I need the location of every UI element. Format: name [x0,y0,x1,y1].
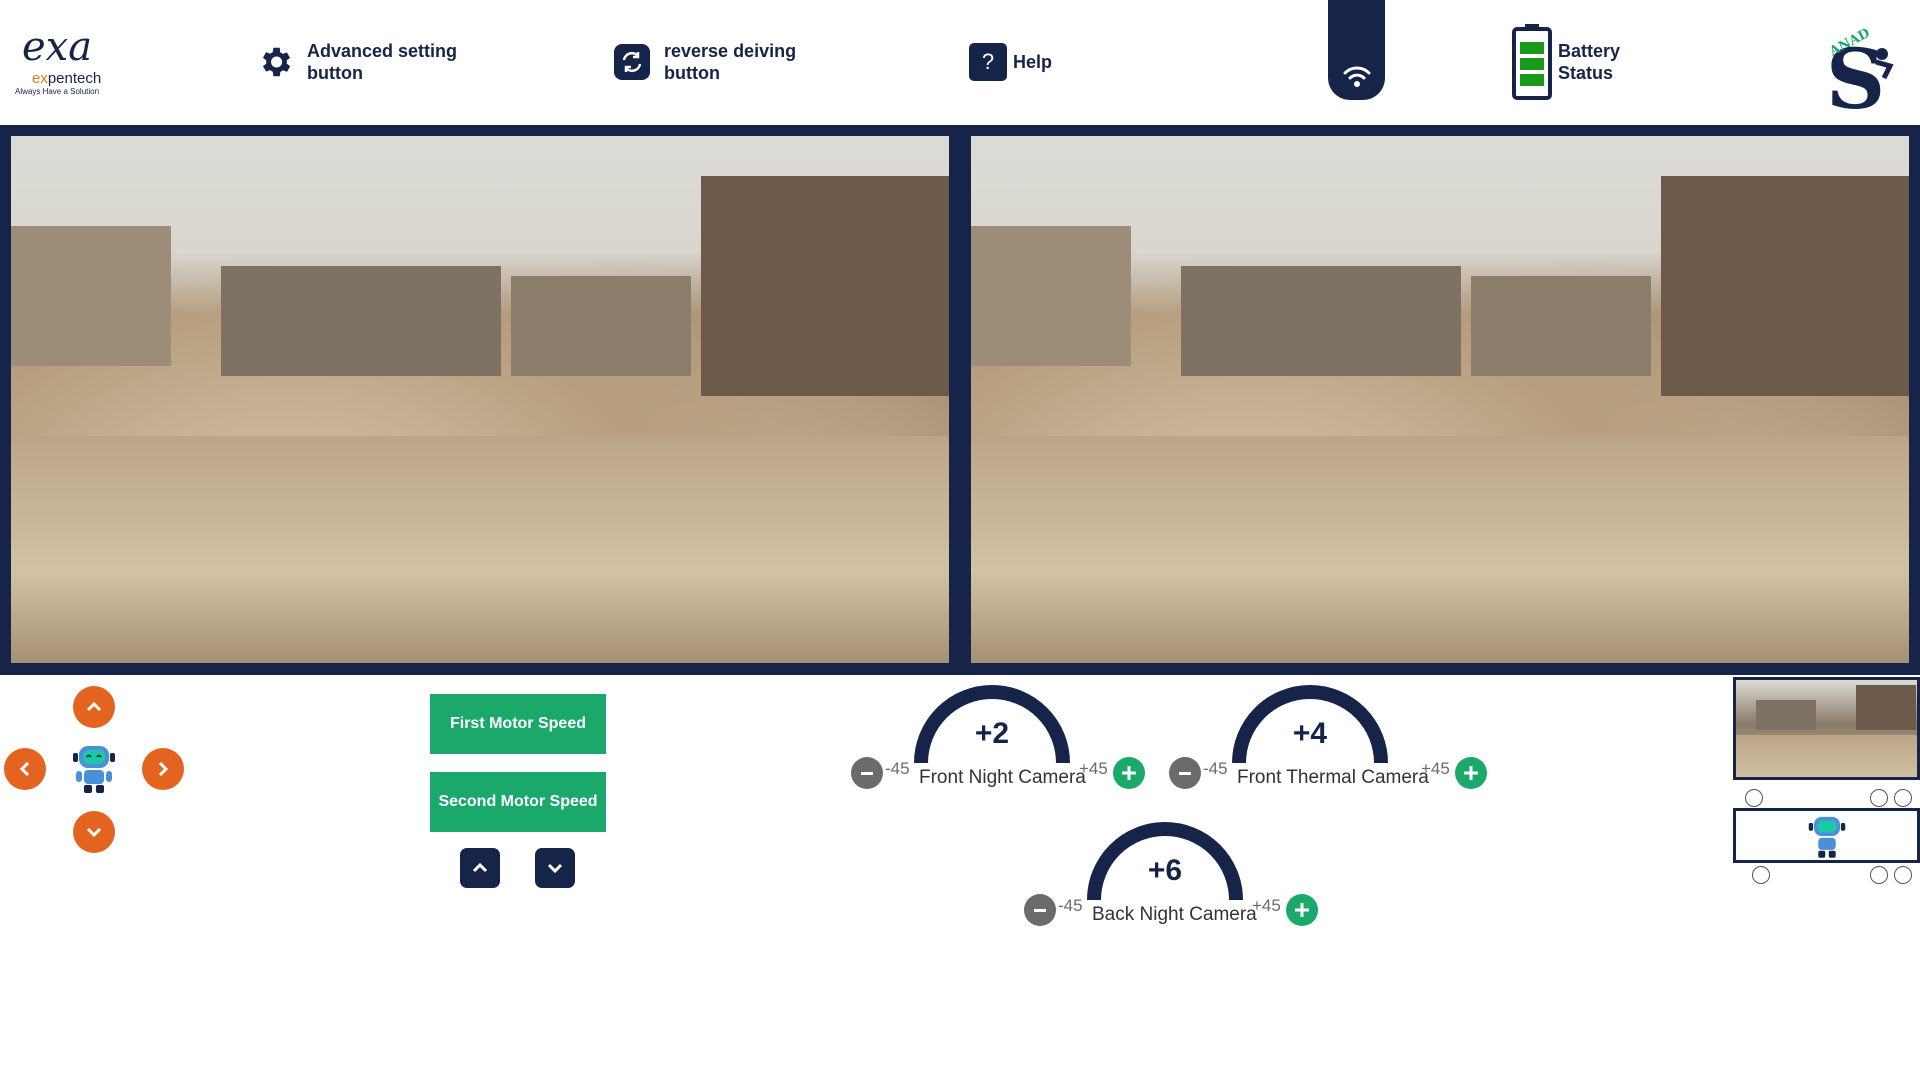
gauge-max: +45 [1421,759,1450,778]
gauge-min: -45 [1058,896,1083,915]
chevron-up-icon [472,862,488,873]
chevron-right-icon [158,761,169,777]
first-motor-speed-button[interactable]: First Motor Speed [430,694,606,754]
robot-control-dashboard: exa expentech Always Have a Solution Adv… [0,0,1920,1080]
gear-icon [255,42,295,82]
logo-name: expentech [32,70,102,87]
gauge-value: +2 [974,717,1010,750]
speed-down-button[interactable] [535,848,575,888]
chevron-down-icon [547,863,563,874]
gauge-max: +45 [1252,896,1281,915]
speed-up-button[interactable] [460,848,500,888]
front-night-camera-gauge: +2 -45 Front Night Camera +45 [851,675,1191,805]
minus-icon [861,772,873,775]
wifi-status-tab[interactable] [1328,0,1385,100]
radio-option[interactable] [1870,866,1888,884]
reverse-label-2: button [664,63,720,83]
increase-button[interactable] [1455,757,1487,789]
logo-tagline: Always Have a Solution [15,87,100,96]
robot-thumbnail[interactable] [1733,808,1920,863]
svg-text:exa: exa [22,24,92,70]
gauge-value: +4 [1292,717,1328,750]
radio-option[interactable] [1745,789,1763,807]
back-night-camera-gauge: +6 -45 Back Night Camera +45 [1024,812,1364,942]
chevron-up-icon [86,701,102,712]
reverse-label: reverse deiving [664,41,797,61]
plus-icon [1122,766,1136,780]
reverse-arrows-icon [612,42,652,82]
battery-label-1: Battery [1558,41,1621,61]
chevron-down-icon [86,827,102,838]
gauge-name: Front Night Camera [919,767,1086,788]
camera-feeds-panel [0,125,1920,675]
chevron-left-icon [19,761,30,777]
gauge-max: +45 [1079,759,1108,778]
gauge-min: -45 [885,759,910,778]
move-up-button[interactable] [73,686,115,728]
move-left-button[interactable] [4,748,46,790]
radio-option[interactable] [1752,866,1770,884]
battery-label: Battery Status [1558,40,1620,84]
front-thermal-camera-gauge: +4 -45 Front Thermal Camera +45 [1169,675,1509,805]
anad-brand-logo: S ANAD [1820,12,1912,128]
gauge-name: Front Thermal Camera [1237,767,1429,788]
robot-icon [1808,816,1845,858]
decrease-button[interactable] [1024,894,1056,926]
header-bar: exa expentech Always Have a Solution Adv… [0,0,1920,128]
increase-button[interactable] [1113,757,1145,789]
battery-icon [1512,24,1552,100]
reverse-driving-button[interactable]: reverse deiving button [612,40,796,84]
gauge-min: -45 [1203,759,1228,778]
battery-label-2: Status [1558,63,1614,83]
move-right-button[interactable] [142,748,184,790]
radio-option[interactable] [1870,789,1888,807]
gauge-value: +6 [1147,854,1183,887]
battery-status: Battery Status [1512,24,1620,100]
advanced-setting-label-2: button [307,63,363,83]
wifi-icon [1343,66,1370,87]
advanced-setting-label: Advanced setting [307,41,458,61]
radio-option[interactable] [1894,789,1912,807]
gauge-name: Back Night Camera [1092,904,1257,925]
second-motor-speed-button[interactable]: Second Motor Speed [430,772,606,832]
camera-thumbnail[interactable] [1733,677,1920,780]
decrease-button[interactable] [1169,757,1201,789]
decrease-button[interactable] [851,757,883,789]
radio-option[interactable] [1894,866,1912,884]
question-icon: ? [969,43,1007,81]
minus-icon [1034,909,1046,912]
move-down-button[interactable] [73,811,115,853]
right-camera-feed[interactable] [971,136,1909,663]
plus-icon [1295,903,1309,917]
left-camera-feed[interactable] [11,136,949,663]
advanced-setting-button[interactable]: Advanced setting button [255,40,457,84]
expentech-logo: exa expentech Always Have a Solution [10,18,115,104]
plus-icon [1464,766,1478,780]
help-button[interactable]: ? Help [969,43,1052,81]
increase-button[interactable] [1286,894,1318,926]
minus-icon [1179,772,1191,775]
robot-icon [71,742,117,799]
help-label: Help [1013,52,1053,72]
